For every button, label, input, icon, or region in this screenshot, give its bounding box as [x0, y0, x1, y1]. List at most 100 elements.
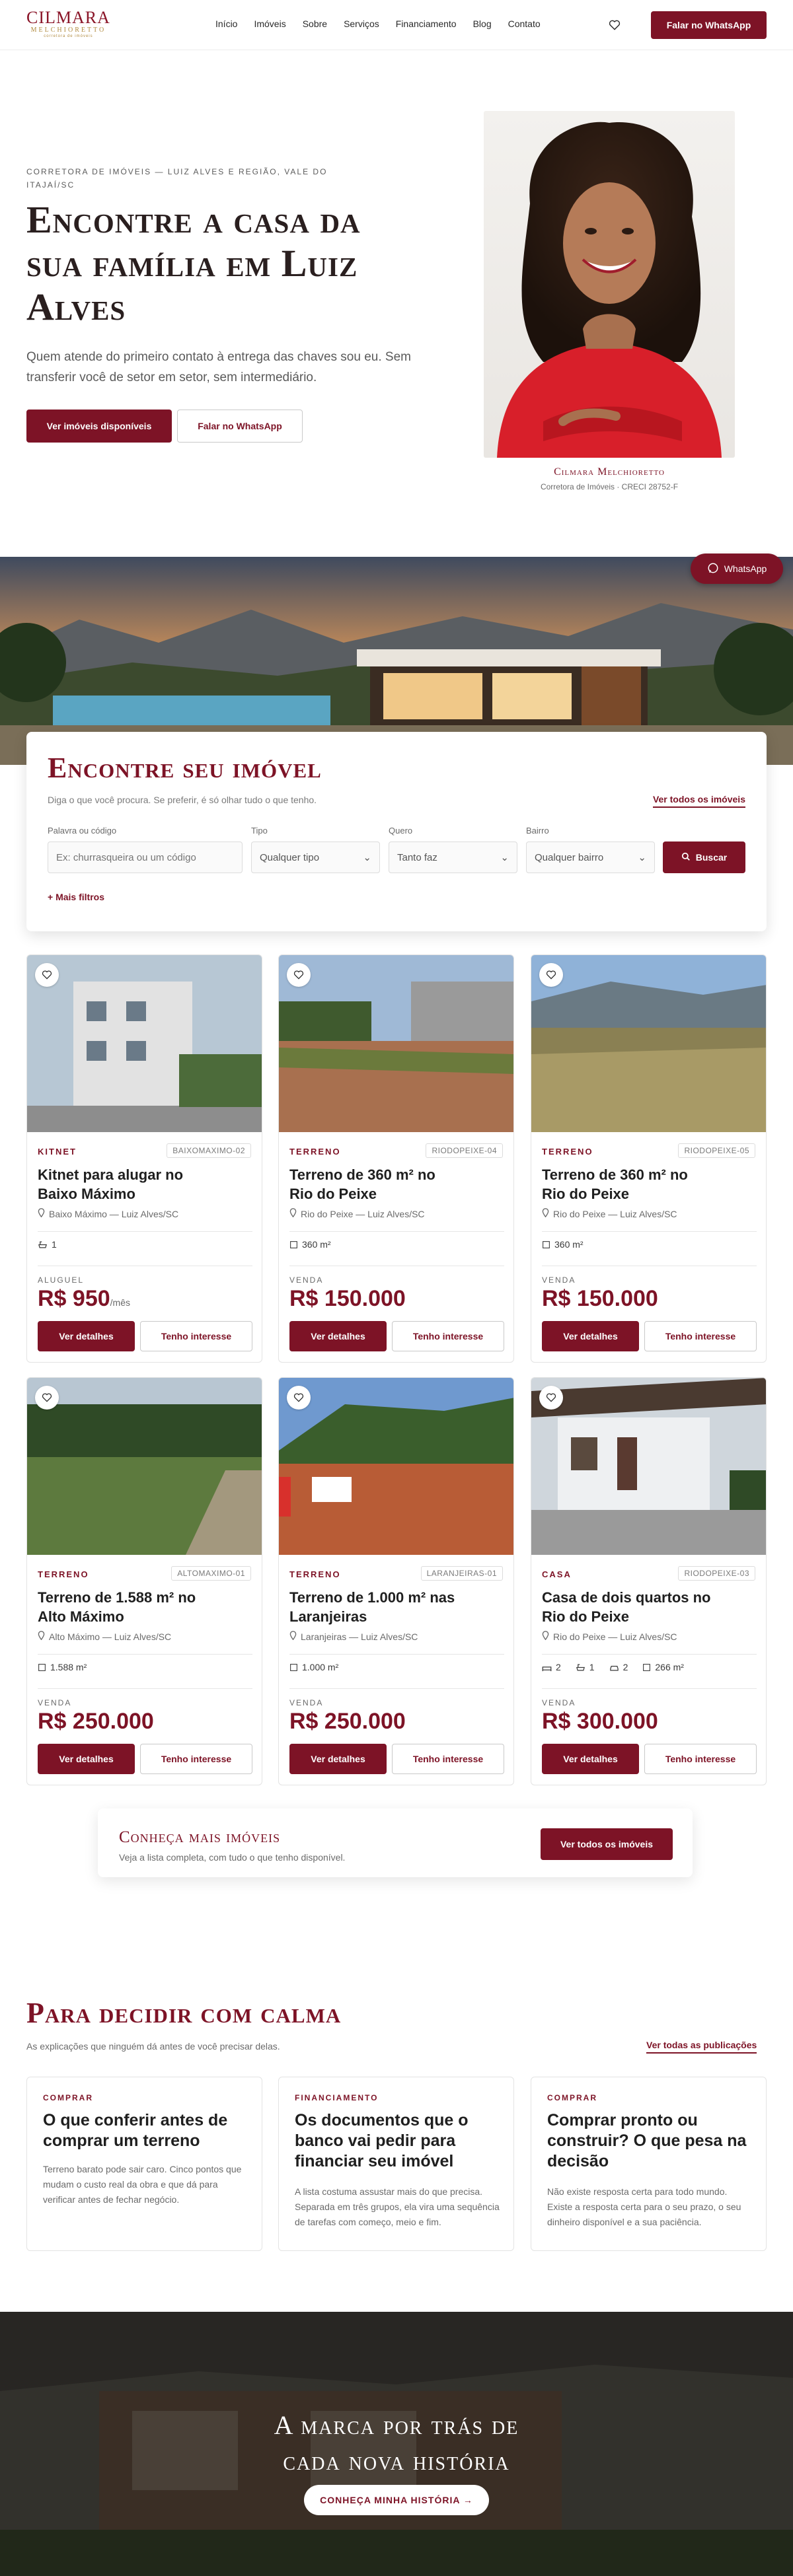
- property-title[interactable]: Terreno de 1.588 m² no Alto Máximo: [38, 1588, 209, 1626]
- type-select[interactable]: Qualquer tipo ⌄: [251, 841, 380, 873]
- property-photo[interactable]: [27, 955, 262, 1132]
- district-select[interactable]: Qualquer bairro ⌄: [526, 841, 655, 873]
- property-code-badge: BAIXOMAXIMO-02: [167, 1143, 251, 1158]
- property-code-badge: RIODOPEIXE-04: [426, 1143, 503, 1158]
- property-card[interactable]: TERRENO LARANJEIRAS-01 Terreno de 1.000 m²…: [278, 1377, 514, 1785]
- chevron-down-icon: ⌄: [638, 852, 646, 863]
- favorite-heart-icon[interactable]: [35, 1386, 59, 1410]
- article-excerpt: A lista costuma assustar mais do que pre…: [295, 2186, 500, 2227]
- favorite-heart-icon[interactable]: [539, 1386, 563, 1410]
- feature-item: 2: [609, 1662, 628, 1672]
- property-features: 360 m²: [542, 1239, 584, 1250]
- property-photo[interactable]: [27, 1378, 262, 1555]
- view-details-button[interactable]: Ver detalhes: [542, 1744, 639, 1774]
- feature-item: 360 m²: [542, 1239, 584, 1250]
- hero-title: Encontre a casa da sua família em Luiz A…: [26, 198, 361, 328]
- favorite-heart-icon[interactable]: [287, 1386, 311, 1410]
- plus-icon: +: [48, 892, 56, 902]
- location-text: Laranjeiras — Luiz Alves/SC: [301, 1631, 418, 1642]
- property-photo[interactable]: [531, 1378, 766, 1555]
- favorite-heart-icon[interactable]: [35, 963, 59, 987]
- nav-blog[interactable]: Blog: [473, 18, 492, 29]
- view-details-button[interactable]: Ver detalhes: [289, 1744, 387, 1774]
- property-type: TERRENO: [542, 1147, 593, 1157]
- article-card[interactable]: COMPRAR O que conferir antes de comprar …: [26, 2077, 262, 2251]
- hero-text: Quem atende do primeiro contato à entreg…: [26, 350, 411, 384]
- property-card[interactable]: TERRENO ALTOMAXIMO-01 Terreno de 1.588 m² …: [26, 1377, 262, 1785]
- type-select-value: Qualquer tipo: [260, 851, 320, 863]
- favorite-heart-icon[interactable]: [287, 963, 311, 987]
- see-all-articles-link[interactable]: Ver todas as publicações: [646, 2040, 757, 2054]
- more-properties-button[interactable]: Ver todos os imóveis: [541, 1828, 673, 1860]
- article-excerpt: Terreno barato pode sair caro. Cinco pon…: [43, 2164, 242, 2205]
- see-all-properties-link[interactable]: Ver todos os imóveis: [652, 794, 745, 808]
- favorite-heart-icon[interactable]: [539, 963, 563, 987]
- property-card[interactable]: TERRENO RIODOPEIXE-05 Terreno de 360 m² no…: [531, 954, 767, 1363]
- keyword-input[interactable]: [56, 851, 234, 863]
- view-details-button[interactable]: Ver detalhes: [289, 1321, 387, 1351]
- nav-financiamento[interactable]: Financiamento: [396, 18, 457, 29]
- property-features: 1.000 m²: [289, 1662, 338, 1672]
- nav-inicio[interactable]: Início: [215, 18, 237, 29]
- view-details-button[interactable]: Ver detalhes: [38, 1321, 135, 1351]
- favorites-heart-icon[interactable]: [607, 17, 623, 33]
- property-title[interactable]: Terreno de 360 m² no Rio do Peixe: [542, 1165, 714, 1203]
- view-properties-button[interactable]: Ver imóveis disponíveis: [26, 410, 172, 443]
- nav-imoveis[interactable]: Imóveis: [254, 18, 285, 29]
- property-price: R$ 950/mês: [38, 1285, 130, 1316]
- interest-button[interactable]: Tenho interesse: [392, 1321, 504, 1351]
- property-features: 360 m²: [289, 1239, 331, 1250]
- keyword-label: Palavra ou código: [48, 826, 117, 836]
- nav-sobre[interactable]: Sobre: [303, 18, 327, 29]
- search-button[interactable]: Buscar: [663, 841, 745, 873]
- want-select[interactable]: Tanto faz ⌄: [389, 841, 517, 873]
- agent-portrait: [484, 111, 735, 458]
- property-photo[interactable]: [279, 1378, 513, 1555]
- price-value: R$ 250.000: [289, 1709, 406, 1734]
- property-code-badge: LARANJEIRAS-01: [420, 1566, 503, 1581]
- property-title[interactable]: Kitnet para alugar no Baixo Máximo: [38, 1165, 209, 1203]
- property-title[interactable]: Terreno de 360 m² no Rio do Peixe: [289, 1165, 461, 1203]
- search-panel: Encontre seu imóvel Diga o que você proc…: [26, 732, 767, 931]
- property-card[interactable]: CASA RIODOPEIXE-03 Casa de dois quartos no…: [531, 1377, 767, 1785]
- feature-value: 1: [589, 1662, 595, 1672]
- keyword-field[interactable]: [48, 841, 243, 873]
- article-card[interactable]: COMPRAR Comprar pronto ou construir? O q…: [531, 2077, 767, 2251]
- area-icon: [542, 1240, 550, 1249]
- feature-value: 360 m²: [554, 1239, 584, 1250]
- property-title[interactable]: Casa de dois quartos no Rio do Peixe: [542, 1588, 714, 1626]
- nav-servicos[interactable]: Serviços: [344, 18, 379, 29]
- feature-item: 1: [576, 1662, 595, 1672]
- interest-button[interactable]: Tenho interesse: [140, 1744, 252, 1774]
- agent-role: Corretora de Imóveis · CRECI 28752-F: [540, 482, 679, 491]
- deal-type: VENDA: [289, 1275, 324, 1285]
- property-photo[interactable]: [279, 955, 513, 1132]
- deal-type: ALUGUEL: [38, 1275, 85, 1285]
- want-select-value: Tanto faz: [397, 851, 437, 863]
- floating-whatsapp-button[interactable]: WhatsApp: [691, 554, 783, 584]
- header-whatsapp-button[interactable]: Falar no WhatsApp: [651, 11, 767, 39]
- view-details-button[interactable]: Ver detalhes: [38, 1744, 135, 1774]
- property-card[interactable]: KITNET BAIXOMAXIMO-02 Kitnet para alugar n…: [26, 954, 262, 1363]
- view-details-button[interactable]: Ver detalhes: [542, 1321, 639, 1351]
- nav-contato[interactable]: Contato: [508, 18, 541, 29]
- article-category: FINANCIAMENTO: [295, 2093, 379, 2102]
- property-title[interactable]: Terreno de 1.000 m² nas Laranjeiras: [289, 1588, 461, 1626]
- logo[interactable]: CILMARA MELCHIORETTO corretora de imóvei…: [26, 9, 110, 39]
- property-type: CASA: [542, 1569, 572, 1579]
- property-photo[interactable]: [531, 955, 766, 1132]
- more-filters-toggle[interactable]: + Mais filtros: [48, 892, 104, 902]
- interest-button[interactable]: Tenho interesse: [644, 1744, 757, 1774]
- property-location: Laranjeiras — Luiz Alves/SC: [289, 1631, 418, 1642]
- article-card[interactable]: FINANCIAMENTO Os documentos que o banco …: [278, 2077, 514, 2251]
- area-icon: [289, 1240, 298, 1249]
- divider: [38, 1688, 252, 1689]
- interest-button[interactable]: Tenho interesse: [644, 1321, 757, 1351]
- interest-button[interactable]: Tenho interesse: [140, 1321, 252, 1351]
- my-story-button[interactable]: CONHEÇA MINHA HISTÓRIA →: [304, 2485, 489, 2515]
- hero-whatsapp-button[interactable]: Falar no WhatsApp: [177, 410, 303, 443]
- site-header: CILMARA MELCHIORETTO corretora de imóvei…: [0, 0, 793, 50]
- area-icon: [642, 1663, 651, 1672]
- property-card[interactable]: TERRENO RIODOPEIXE-04 Terreno de 360 m² no…: [278, 954, 514, 1363]
- interest-button[interactable]: Tenho interesse: [392, 1744, 504, 1774]
